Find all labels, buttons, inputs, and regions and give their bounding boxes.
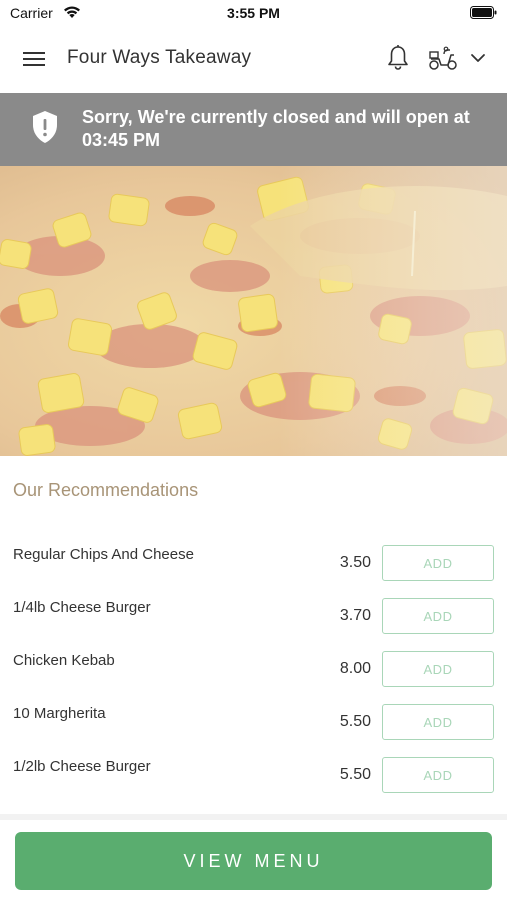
item-price: 5.50 (339, 713, 371, 730)
list-item: 1/4lb Cheese Burger 3.70 ADD (0, 583, 507, 636)
shield-icon (33, 111, 57, 143)
add-button[interactable]: ADD (382, 651, 494, 687)
app-header: Four Ways Takeaway (0, 26, 507, 93)
closed-message: Sorry, We're currently closed and will o… (82, 107, 470, 150)
bell-icon[interactable] (386, 44, 410, 72)
scooter-icon[interactable] (427, 46, 459, 72)
battery-icon (470, 6, 497, 19)
list-item: Regular Chips And Cheese 3.50 ADD (0, 530, 507, 583)
status-time: 3:55 PM (227, 5, 280, 21)
item-price: 3.70 (339, 607, 371, 624)
add-button[interactable]: ADD (382, 757, 494, 793)
item-price: 3.50 (339, 554, 371, 571)
item-name: 1/4lb Cheese Burger (13, 599, 151, 616)
list-item: Chicken Kebab 8.00 ADD (0, 636, 507, 689)
item-name: 10 Margherita (13, 705, 106, 722)
page-title: Four Ways Takeaway (67, 47, 252, 68)
list-item: 1/2lb Cheese Burger 5.50 ADD (0, 742, 507, 795)
item-price: 8.00 (339, 660, 371, 677)
add-button[interactable]: ADD (382, 704, 494, 740)
item-name: Chicken Kebab (13, 652, 115, 669)
item-name: 1/2lb Cheese Burger (13, 758, 151, 775)
list-item: 10 Margherita 5.50 ADD (0, 689, 507, 742)
closed-banner: Sorry, We're currently closed and will o… (0, 93, 507, 166)
view-menu-button[interactable]: VIEW MENU (15, 832, 492, 890)
hero-image (0, 166, 507, 456)
pizza-photo (0, 166, 507, 456)
footer: VIEW MENU (0, 814, 507, 900)
add-button[interactable]: ADD (382, 545, 494, 581)
item-price: 5.50 (339, 766, 371, 783)
item-name: Regular Chips And Cheese (13, 546, 194, 563)
recommendations-title: Our Recommendations (13, 480, 199, 500)
menu-icon[interactable] (22, 49, 46, 69)
add-button[interactable]: ADD (382, 598, 494, 634)
chevron-down-icon[interactable] (470, 51, 486, 65)
recommendations-list: Regular Chips And Cheese 3.50 ADD 1/4lb … (0, 530, 507, 795)
status-bar: Carrier 3:55 PM (0, 0, 507, 26)
